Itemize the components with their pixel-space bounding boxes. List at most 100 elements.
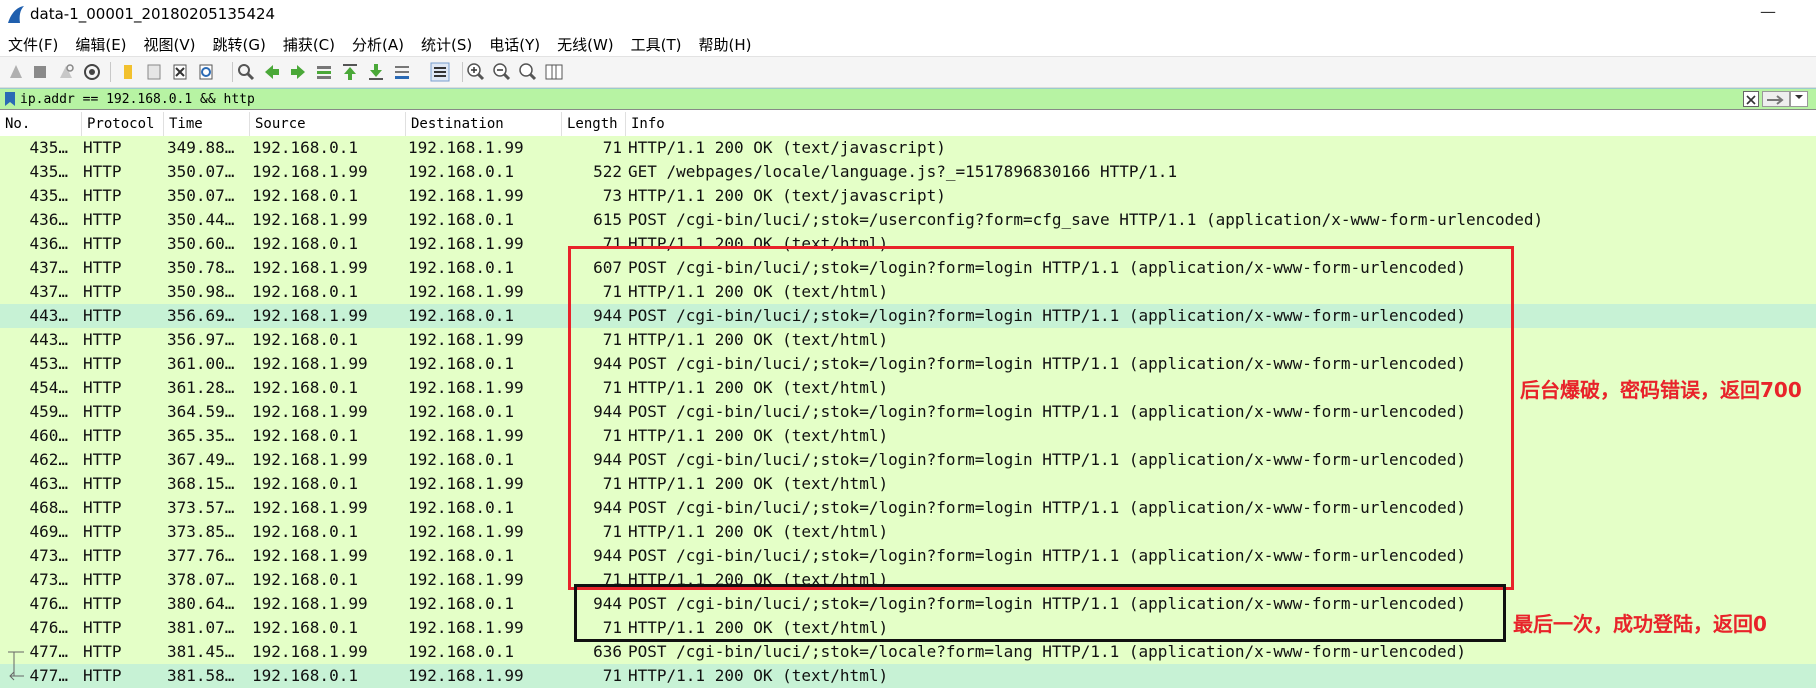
cell-no: 477… <box>29 642 68 661</box>
cell-time: 364.59… <box>167 402 235 421</box>
cell-no: 435… <box>29 162 68 181</box>
cell-protocol: HTTP <box>83 282 122 301</box>
reload-file-icon[interactable] <box>196 62 216 82</box>
capture-options-icon[interactable] <box>82 62 102 82</box>
table-row[interactable]: 443… HTTP 356.97… 192.168.0.1 192.168.1.99 71… <box>0 328 1816 352</box>
table-row[interactable]: 473… HTTP 378.07… 192.168.0.1 192.168.1.99 71… <box>0 568 1816 592</box>
cell-time: 373.57… <box>167 498 235 517</box>
menu-telephony[interactable]: 电话(Y) <box>481 30 549 56</box>
cell-time: 378.07… <box>167 570 235 589</box>
table-row[interactable]: 437… HTTP 350.98… 192.168.0.1 192.168.1.99 71… <box>0 280 1816 304</box>
cell-info: HTTP/1.1 200 OK (text/javascript) <box>628 138 946 157</box>
cell-protocol: HTTP <box>83 402 122 421</box>
table-row[interactable]: 453… HTTP 361.00… 192.168.1.99 192.168.0.1 94… <box>0 352 1816 376</box>
go-first-packet-icon[interactable] <box>340 62 360 82</box>
cell-no: 437… <box>29 282 68 301</box>
wireshark-fin-icon <box>8 6 24 23</box>
cell-info: POST /cgi-bin/luci/;stok=/login?form=log… <box>628 450 1467 469</box>
cell-source: 192.168.1.99 <box>252 594 368 613</box>
cell-source: 192.168.0.1 <box>252 666 358 685</box>
cell-destination: 192.168.0.1 <box>408 210 514 229</box>
table-row[interactable]: 437… HTTP 350.78… 192.168.1.99 192.168.0.1 60… <box>0 256 1816 280</box>
restart-capture-icon[interactable] <box>56 62 76 82</box>
cell-length: 71 <box>602 282 622 301</box>
column-header-info[interactable]: Info <box>626 112 1816 136</box>
table-row[interactable]: 436… HTTP 350.60… 192.168.0.1 192.168.1.99 71… <box>0 232 1816 256</box>
close-file-icon[interactable] <box>170 62 190 82</box>
menu-help[interactable]: 帮助(H) <box>691 30 761 56</box>
table-row[interactable]: 435… HTTP 349.88… 192.168.0.1 192.168.1.99 71… <box>0 136 1816 160</box>
menu-view[interactable]: 视图(V) <box>136 30 205 56</box>
start-capture-icon[interactable] <box>6 62 26 82</box>
resize-columns-icon[interactable] <box>544 62 564 82</box>
toolbar-separator <box>110 62 111 82</box>
table-row[interactable]: 460… HTTP 365.35… 192.168.0.1 192.168.1.99 71… <box>0 424 1816 448</box>
table-row[interactable]: 462… HTTP 367.49… 192.168.1.99 192.168.0.1 94… <box>0 448 1816 472</box>
table-row[interactable]: 473… HTTP 377.76… 192.168.1.99 192.168.0.1 94… <box>0 544 1816 568</box>
cell-destination: 192.168.0.1 <box>408 498 514 517</box>
menu-tools[interactable]: 工具(T) <box>623 30 691 56</box>
table-row[interactable]: 477… HTTP 381.45… 192.168.1.99 192.168.0.1 63… <box>0 640 1816 664</box>
cell-no: 468… <box>29 498 68 517</box>
table-row[interactable]: 443… HTTP 356.69… 192.168.1.99 192.168.0.1 94… <box>0 304 1816 328</box>
go-back-icon[interactable] <box>262 62 282 82</box>
table-row[interactable]: 463… HTTP 368.15… 192.168.0.1 192.168.1.99 71… <box>0 472 1816 496</box>
cell-length: 944 <box>593 498 622 517</box>
minimize-button[interactable]: — <box>1760 2 1776 21</box>
zoom-in-icon[interactable] <box>466 62 486 82</box>
cell-info: HTTP/1.1 200 OK (text/html) <box>628 282 889 301</box>
menu-statistics[interactable]: 统计(S) <box>413 30 481 56</box>
cell-length: 71 <box>602 330 622 349</box>
cell-source: 192.168.0.1 <box>252 138 358 157</box>
menu-edit[interactable]: 编辑(E) <box>67 30 135 56</box>
cell-source: 192.168.0.1 <box>252 234 358 253</box>
filter-history-dropdown[interactable] <box>1790 91 1808 107</box>
clear-filter-button[interactable] <box>1743 91 1759 107</box>
table-row[interactable]: 459… HTTP 364.59… 192.168.1.99 192.168.0.1 94… <box>0 400 1816 424</box>
cell-protocol: HTTP <box>83 306 122 325</box>
cell-time: 350.07… <box>167 186 235 205</box>
column-header-time[interactable]: Time <box>164 112 250 136</box>
column-header-no[interactable]: No. <box>0 112 82 136</box>
open-file-icon[interactable] <box>118 62 138 82</box>
cell-length: 522 <box>593 162 622 181</box>
cell-source: 192.168.1.99 <box>252 498 368 517</box>
go-to-packet-icon[interactable] <box>314 62 334 82</box>
cell-info: GET /webpages/locale/language.js?_=15178… <box>628 162 1178 181</box>
find-packet-icon[interactable] <box>236 62 256 82</box>
colorize-icon[interactable] <box>430 62 450 82</box>
cell-no: 469… <box>29 522 68 541</box>
table-row[interactable]: 435… HTTP 350.07… 192.168.0.1 192.168.1.99 73… <box>0 184 1816 208</box>
cell-protocol: HTTP <box>83 426 122 445</box>
table-row[interactable]: 436… HTTP 350.44… 192.168.1.99 192.168.0.1 61… <box>0 208 1816 232</box>
go-forward-icon[interactable] <box>288 62 308 82</box>
display-filter-input[interactable] <box>20 89 1740 109</box>
table-row[interactable]: 477… HTTP 381.58… 192.168.0.1 192.168.1.99 71… <box>0 664 1816 688</box>
apply-filter-button[interactable] <box>1762 91 1790 107</box>
column-header-source[interactable]: Source <box>250 112 406 136</box>
stop-capture-icon[interactable] <box>30 62 50 82</box>
menu-go[interactable]: 跳转(G) <box>205 30 275 56</box>
column-header-destination[interactable]: Destination <box>406 112 562 136</box>
menu-capture[interactable]: 捕获(C) <box>275 30 344 56</box>
auto-scroll-icon[interactable] <box>392 62 412 82</box>
menu-wireless[interactable]: 无线(W) <box>549 30 623 56</box>
column-header-protocol[interactable]: Protocol <box>82 112 164 136</box>
zoom-out-icon[interactable] <box>492 62 512 82</box>
chevron-down-icon <box>1795 95 1803 99</box>
menu-file[interactable]: 文件(F) <box>0 30 67 56</box>
column-header-length[interactable]: Length <box>562 112 626 136</box>
go-last-packet-icon[interactable] <box>366 62 386 82</box>
cell-source: 192.168.0.1 <box>252 186 358 205</box>
table-row[interactable]: 469… HTTP 373.85… 192.168.0.1 192.168.1.99 71… <box>0 520 1816 544</box>
cell-destination: 192.168.0.1 <box>408 162 514 181</box>
cell-info: POST /cgi-bin/luci/;stok=/login?form=log… <box>628 354 1467 373</box>
menu-analyze[interactable]: 分析(A) <box>344 30 413 56</box>
zoom-reset-icon[interactable] <box>518 62 538 82</box>
table-row[interactable]: 435… HTTP 350.07… 192.168.1.99 192.168.0.1 52… <box>0 160 1816 184</box>
table-row[interactable]: 468… HTTP 373.57… 192.168.1.99 192.168.0.1 94… <box>0 496 1816 520</box>
bookmark-icon[interactable] <box>4 91 16 107</box>
cell-no: 473… <box>29 570 68 589</box>
cell-no: 436… <box>29 234 68 253</box>
save-file-icon[interactable] <box>144 62 164 82</box>
